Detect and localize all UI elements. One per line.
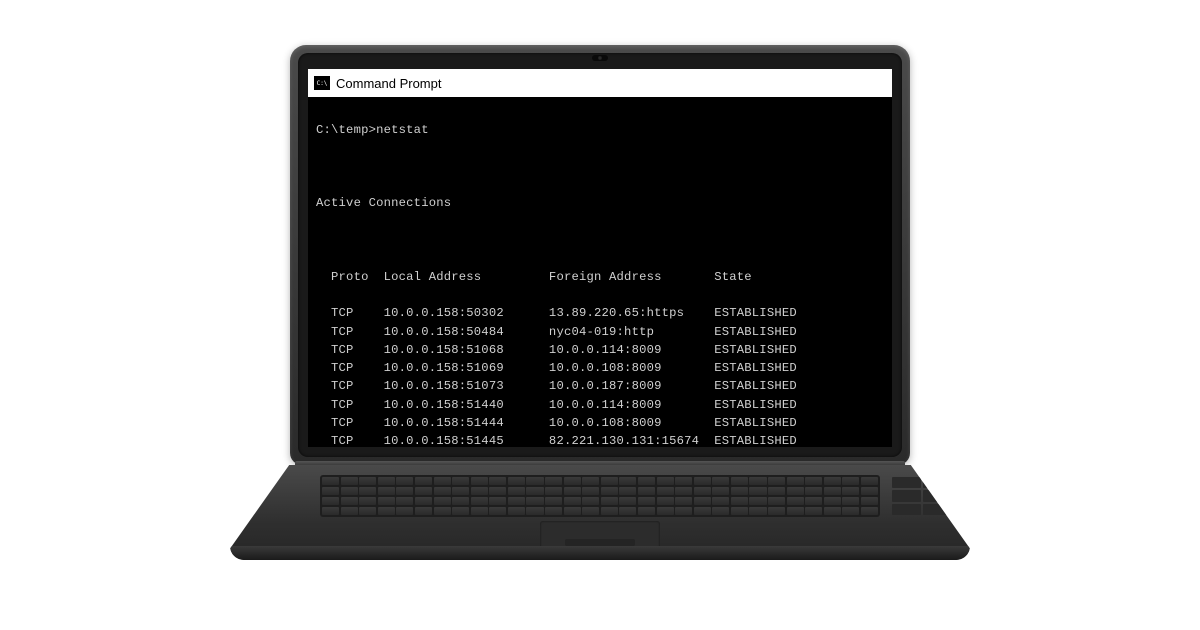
keyboard <box>320 475 880 517</box>
cmd-window: Command Prompt C:\temp>netstat Active Co… <box>308 69 892 447</box>
connection-row: TCP 10.0.0.158:51445 82.221.130.131:1567… <box>316 432 884 447</box>
trackpad <box>540 521 660 549</box>
connection-row: TCP 10.0.0.158:51069 10.0.0.108:8009 EST… <box>316 359 884 377</box>
connection-row: TCP 10.0.0.158:50302 13.89.220.65:https … <box>316 304 884 322</box>
prompt-line: C:\temp>netstat <box>316 121 884 139</box>
webcam-icon <box>592 55 608 61</box>
cmd-icon <box>314 76 330 90</box>
laptop-illustration: Command Prompt C:\temp>netstat Active Co… <box>230 45 970 585</box>
connection-row: TCP 10.0.0.158:51444 10.0.0.108:8009 EST… <box>316 414 884 432</box>
connection-row: TCP 10.0.0.158:51073 10.0.0.187:8009 EST… <box>316 377 884 395</box>
blank-line <box>316 158 884 176</box>
window-title: Command Prompt <box>336 76 441 91</box>
laptop-lid: Command Prompt C:\temp>netstat Active Co… <box>290 45 910 465</box>
blank-line <box>316 231 884 249</box>
terminal-output[interactable]: C:\temp>netstat Active Connections Proto… <box>308 97 892 447</box>
laptop-bezel: Command Prompt C:\temp>netstat Active Co… <box>298 53 902 457</box>
laptop-base <box>230 465 970 560</box>
column-headers: Proto Local Address Foreign Address Stat… <box>316 268 884 286</box>
connection-row: TCP 10.0.0.158:50484 nyc04-019:http ESTA… <box>316 323 884 341</box>
connection-row: TCP 10.0.0.158:51440 10.0.0.114:8009 EST… <box>316 396 884 414</box>
side-key-cluster <box>892 477 952 515</box>
section-header: Active Connections <box>316 194 884 212</box>
connection-row: TCP 10.0.0.158:51068 10.0.0.114:8009 EST… <box>316 341 884 359</box>
window-titlebar[interactable]: Command Prompt <box>308 69 892 97</box>
base-front-edge <box>230 546 970 560</box>
